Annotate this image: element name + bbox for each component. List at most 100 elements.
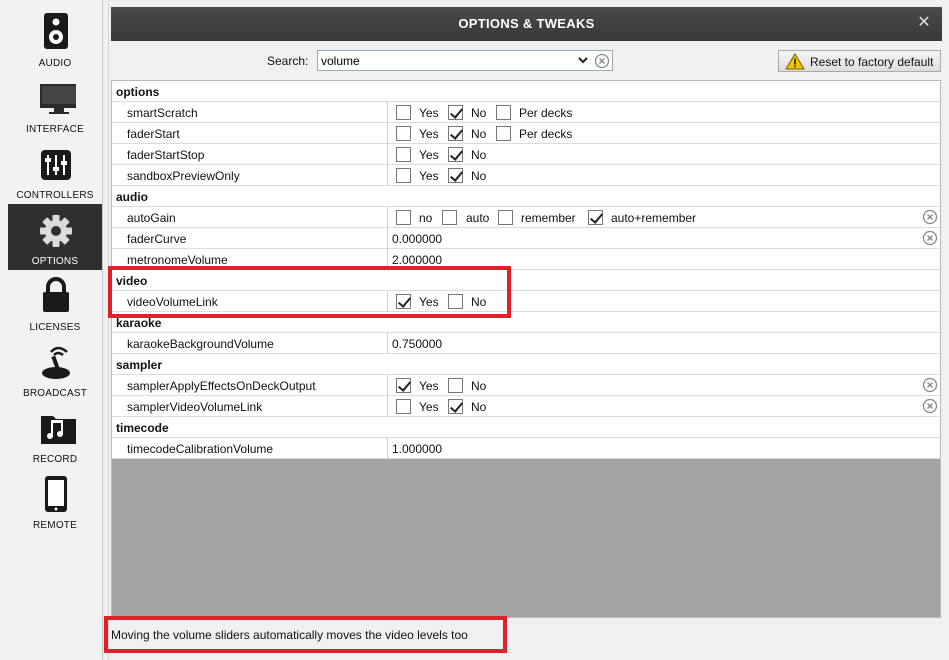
gear-icon	[40, 215, 72, 247]
option-label: No	[471, 127, 487, 141]
column-divider	[387, 375, 388, 396]
reset-value-icon[interactable]	[922, 398, 938, 414]
option-label: auto+remember	[611, 211, 697, 225]
sidebar-item-options[interactable]: OPTIONS	[8, 204, 102, 270]
checkbox-no[interactable]	[448, 168, 463, 183]
group-header-sampler: sampler	[112, 354, 940, 375]
checkbox-yes[interactable]	[396, 399, 411, 414]
column-divider	[387, 333, 388, 354]
clear-search-icon[interactable]	[594, 53, 610, 69]
option-label: No	[471, 400, 487, 414]
checkbox-no[interactable]	[448, 126, 463, 141]
setting-key: karaokeBackgroundVolume	[127, 337, 274, 351]
checkbox-no[interactable]	[448, 105, 463, 120]
checkbox-yes[interactable]	[396, 168, 411, 183]
setting-key: faderStartStop	[127, 148, 205, 162]
search-input[interactable]	[321, 53, 576, 68]
lock-icon	[43, 277, 69, 312]
option-label: Yes	[419, 379, 439, 393]
setting-row-autoGain: autoGain no auto remember auto+remember	[112, 207, 940, 228]
checkbox-yes[interactable]	[396, 126, 411, 141]
option-label: Yes	[419, 148, 439, 162]
option-label: No	[471, 106, 487, 120]
sidebar-item-label: REMOTE	[33, 520, 77, 531]
sidebar-item-label: RECORD	[32, 454, 78, 465]
column-divider	[387, 123, 388, 144]
sidebar-item-audio[interactable]: AUDIO	[8, 6, 102, 72]
setting-key: samplerVideoVolumeLink	[127, 400, 263, 414]
setting-row-samplerVideoVolumeLink: samplerVideoVolumeLink Yes No	[112, 396, 940, 417]
checkbox-per-decks[interactable]	[496, 126, 511, 141]
checkbox-yes[interactable]	[396, 147, 411, 162]
checkbox-no[interactable]	[448, 399, 463, 414]
chevron-down-icon[interactable]	[576, 53, 590, 68]
warning-icon	[785, 53, 805, 70]
sidebar-item-controllers[interactable]: CONTROLLERS	[8, 138, 102, 204]
group-name: karaoke	[116, 316, 162, 330]
setting-key: sandboxPreviewOnly	[127, 169, 240, 183]
reset-factory-default-button[interactable]: Reset to factory default	[778, 50, 941, 72]
group-header-options: options	[112, 81, 940, 102]
option-label: Yes	[419, 106, 439, 120]
sidebar-item-licenses[interactable]: LICENSES	[8, 270, 102, 336]
setting-key: samplerApplyEffectsOnDeckOutput	[127, 379, 316, 393]
setting-value[interactable]: 1.000000	[392, 442, 442, 456]
column-divider	[387, 207, 388, 228]
checkbox-per-decks[interactable]	[496, 105, 511, 120]
setting-row-sandboxPreviewOnly: sandboxPreviewOnly Yes No	[112, 165, 940, 186]
setting-row-smartScratch: smartScratch Yes No Per decks	[112, 102, 940, 123]
option-label: Per decks	[519, 106, 573, 120]
column-divider	[387, 165, 388, 186]
group-name: timecode	[116, 421, 169, 435]
sidebar-item-label: OPTIONS	[31, 256, 79, 267]
setting-value[interactable]: 0.750000	[392, 337, 442, 351]
reset-value-icon[interactable]	[922, 377, 938, 393]
checkbox-no[interactable]	[448, 147, 463, 162]
phone-icon	[45, 476, 67, 512]
settings-table: options smartScratch Yes No Per decks fa…	[111, 80, 941, 618]
group-header-timecode: timecode	[112, 417, 940, 438]
sidebar-item-label: INTERFACE	[26, 124, 84, 135]
checkbox-auto-remember[interactable]	[588, 210, 603, 225]
group-name: sampler	[116, 358, 163, 372]
sidebar-item-record[interactable]: RECORD	[8, 402, 102, 468]
sidebar-item-broadcast[interactable]: BROADCAST	[8, 336, 102, 402]
window-titlebar: OPTIONS & TWEAKS ✕	[111, 7, 942, 41]
setting-value[interactable]: 2.000000	[392, 253, 442, 267]
setting-value[interactable]: 0.000000	[392, 232, 442, 246]
setting-row-timecodeCalibrationVolume: timecodeCalibrationVolume 1.000000	[112, 438, 940, 459]
column-divider	[387, 438, 388, 459]
option-label: Yes	[419, 127, 439, 141]
setting-row-samplerApplyEffectsOnDeckOutput: samplerApplyEffectsOnDeckOutput Yes No	[112, 375, 940, 396]
group-name: audio	[116, 190, 148, 204]
checkbox-auto[interactable]	[442, 210, 457, 225]
checkbox-yes[interactable]	[396, 378, 411, 393]
option-label: No	[471, 148, 487, 162]
sidebar: AUDIO INTERFACE CONTROLLERS OPTIONS LICE…	[0, 0, 103, 660]
checkbox-remember[interactable]	[498, 210, 513, 225]
column-divider	[387, 228, 388, 249]
checkbox-yes[interactable]	[396, 105, 411, 120]
sidebar-item-remote[interactable]: REMOTE	[8, 468, 102, 534]
setting-key: smartScratch	[127, 106, 198, 120]
group-header-audio: audio	[112, 186, 940, 207]
setting-key: faderCurve	[127, 232, 187, 246]
setting-row-karaokeBackgroundVolume: karaokeBackgroundVolume 0.750000	[112, 333, 940, 354]
search-label: Search:	[267, 54, 309, 68]
sidebar-item-interface[interactable]: INTERFACE	[8, 72, 102, 138]
music-folder-icon	[41, 416, 76, 444]
sidebar-divider	[108, 0, 109, 660]
search-field[interactable]	[317, 50, 613, 71]
reset-value-icon[interactable]	[922, 209, 938, 225]
option-label: No	[471, 379, 487, 393]
checkbox-no[interactable]	[448, 378, 463, 393]
speaker-icon	[44, 13, 68, 49]
option-label: Yes	[419, 169, 439, 183]
column-divider	[387, 396, 388, 417]
checkbox-no[interactable]	[396, 210, 411, 225]
reset-value-icon[interactable]	[922, 230, 938, 246]
highlight-description	[104, 616, 507, 653]
close-icon[interactable]: ✕	[914, 13, 934, 33]
mixer-sliders-icon	[41, 150, 71, 180]
setting-row-faderStartStop: faderStartStop Yes No	[112, 144, 940, 165]
